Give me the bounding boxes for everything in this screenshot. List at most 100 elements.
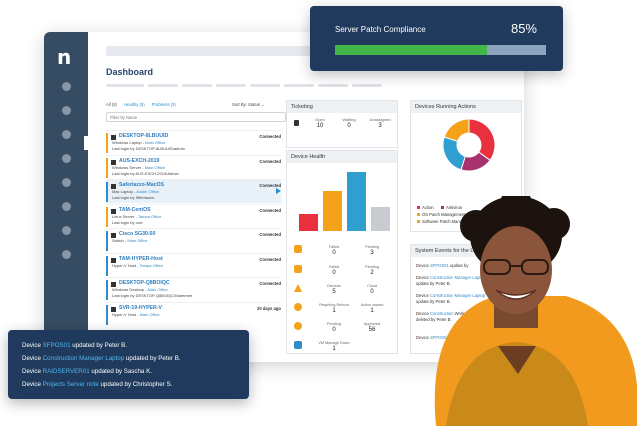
device-type: Mac Laptop - Austin Office bbox=[112, 189, 159, 194]
tab-placeholder[interactable] bbox=[148, 84, 178, 87]
device-connection-status: Connected bbox=[259, 134, 281, 139]
health-stat[interactable]: Pending 2 bbox=[351, 265, 393, 276]
device-site-link[interactable]: Tampa Office bbox=[140, 263, 164, 268]
health-stat-label: Cloud bbox=[367, 284, 377, 288]
device-row[interactable]: Saferlazzo-MacOS Mac Laptop - Austin Offi… bbox=[106, 179, 281, 203]
device-name[interactable]: Saferlazzo-MacOS bbox=[119, 182, 164, 188]
device-type: Hyper-V Host - Main Office bbox=[112, 311, 160, 317]
compliance-title: Server Patch Compliance bbox=[335, 25, 426, 34]
actions-donut-chart bbox=[442, 118, 496, 172]
device-site-link[interactable]: Main Office bbox=[145, 165, 165, 170]
tab-placeholder[interactable] bbox=[106, 84, 144, 87]
tab-placeholder[interactable] bbox=[352, 84, 382, 87]
tab-placeholder[interactable] bbox=[318, 84, 348, 87]
ticket-unassigned-label: Unassigned bbox=[369, 117, 391, 122]
device-site-link[interactable]: Main Office bbox=[127, 238, 147, 243]
device-type: Windows Server - Main Office bbox=[112, 164, 165, 170]
device-connection-status: Connected bbox=[259, 207, 281, 213]
donut-slice bbox=[443, 118, 470, 142]
device-site-link[interactable]: Austin Office bbox=[136, 189, 159, 194]
nav-settings-icon[interactable] bbox=[62, 250, 71, 259]
nav-organizations-icon[interactable] bbox=[62, 130, 71, 139]
health-stat-value: 1 bbox=[332, 308, 336, 314]
nav-tickets-icon[interactable] bbox=[62, 154, 71, 163]
health-stat-label: Failed bbox=[328, 265, 340, 269]
device-site-link[interactable]: Tampa Office bbox=[138, 214, 162, 219]
health-stat[interactable]: Failed 0 bbox=[313, 265, 355, 276]
health-stat-value: 56 bbox=[368, 327, 376, 333]
sidebar: n bbox=[44, 32, 88, 362]
health-stat-value: 3 bbox=[370, 250, 374, 256]
tab-placeholder[interactable] bbox=[216, 84, 246, 87]
activity-device-link[interactable]: Construction Manager Laptop bbox=[43, 355, 125, 362]
compliance-percent: 85% bbox=[510, 21, 537, 36]
device-row[interactable]: TAM-HYPER-Host Hyper-V Host - Tampa Offic… bbox=[106, 252, 281, 277]
device-status-bar bbox=[106, 255, 108, 276]
device-site-link[interactable]: Main Office bbox=[145, 140, 165, 145]
tab-placeholder[interactable] bbox=[284, 84, 314, 87]
filter-healthy[interactable]: Healthy (5) bbox=[124, 102, 144, 107]
device-name[interactable]: DESKTOP-8LBUUID bbox=[119, 133, 168, 139]
device-status-bar bbox=[106, 157, 108, 178]
tab-placeholder[interactable] bbox=[250, 84, 280, 87]
device-name[interactable]: TAM-CentOS bbox=[119, 207, 151, 213]
activity-device-link[interactable]: SFPOS01 bbox=[43, 342, 71, 349]
nav-backup-icon[interactable] bbox=[62, 226, 71, 235]
health-stat[interactable]: Devices 5 bbox=[313, 284, 355, 295]
health-stat[interactable]: Cloud 0 bbox=[351, 284, 393, 295]
device-name[interactable]: DESKTOP-Q8BOIQC bbox=[119, 280, 170, 286]
health-stat-label: Failed bbox=[328, 245, 340, 249]
activity-line: Device Construction Manager Laptop updat… bbox=[22, 355, 181, 362]
nav-devices-icon[interactable] bbox=[62, 106, 71, 115]
status-filter-row: All (8) Healthy (5) Problems (3) bbox=[106, 102, 182, 107]
device-name[interactable]: TAM-HYPER-Host bbox=[119, 256, 163, 262]
device-site-link[interactable]: Main Office bbox=[140, 312, 160, 317]
marketing-composite: n Dashboard All (8) Healthy (5) Problems… bbox=[0, 0, 637, 426]
device-name[interactable]: Cisco SG30-50 bbox=[119, 231, 155, 237]
health-stat-label: VM Manage Down bbox=[318, 341, 350, 345]
device-row[interactable]: DESKTOP-Q8BOIQC Windows Desktop - Main Of… bbox=[106, 277, 281, 301]
browser-icon bbox=[294, 265, 302, 273]
activity-device-link[interactable]: Projects Server note bbox=[43, 381, 99, 388]
nav-reports-icon[interactable] bbox=[62, 202, 71, 211]
device-row[interactable]: TAM-CentOS Linux Server - Tampa Office Las… bbox=[106, 203, 281, 228]
health-bar bbox=[323, 191, 342, 231]
ticket-waiting[interactable]: Waiting 0 bbox=[332, 117, 366, 129]
health-stat[interactable]: Failed 0 bbox=[313, 245, 355, 256]
health-bar bbox=[371, 206, 390, 231]
health-stat[interactable]: Action Issued 1 bbox=[351, 303, 393, 314]
tab-placeholder[interactable] bbox=[182, 84, 212, 87]
device-type: Hyper-V Host - Tampa Office bbox=[112, 262, 164, 268]
health-stat[interactable]: Pending 3 bbox=[351, 245, 393, 256]
sync-icon bbox=[294, 303, 302, 311]
windows-icon bbox=[294, 245, 302, 253]
nav-patching-icon[interactable] bbox=[62, 178, 71, 187]
ticket-unassigned[interactable]: Unassigned 3 bbox=[363, 117, 397, 129]
device-status-bar bbox=[106, 133, 108, 153]
device-row[interactable]: SVR-19-HYPER-V Hyper-V Host - Main Office… bbox=[106, 301, 281, 326]
health-stat-label: Pending bbox=[327, 322, 341, 326]
smiling-person-photo bbox=[434, 196, 637, 426]
filter-by-name-input[interactable]: Filter by Name bbox=[106, 112, 286, 122]
health-stat[interactable]: Pending 0 bbox=[313, 322, 355, 333]
activity-line: Device Projects Server note updated by C… bbox=[22, 381, 173, 388]
health-stat[interactable]: Requiring Reboot 1 bbox=[313, 303, 355, 314]
device-name[interactable]: SVR-19-HYPER-V bbox=[119, 305, 162, 311]
health-stat[interactable]: Approved 56 bbox=[351, 322, 393, 333]
device-status-bar bbox=[106, 231, 108, 251]
device-connection-status: Connected bbox=[259, 256, 281, 262]
device-row[interactable]: DESKTOP-8LBUUID Windows Laptop - Main Off… bbox=[106, 130, 281, 154]
health-stat-label: Approved bbox=[363, 322, 381, 326]
device-site-link[interactable]: Main Office bbox=[148, 287, 168, 292]
device-name[interactable]: AUS-EXCH-2019 bbox=[119, 158, 159, 164]
sort-dropdown[interactable]: Sort By: Status ⌄ bbox=[232, 102, 265, 107]
device-row[interactable]: Cisco SG30-50 Switch - Main Office Connect… bbox=[106, 228, 281, 252]
health-stat[interactable]: VM Manage Down 1 bbox=[313, 341, 355, 352]
filter-problems[interactable]: Problems (3) bbox=[152, 102, 176, 107]
selected-arrow-icon bbox=[276, 188, 281, 194]
nav-dashboard-icon[interactable] bbox=[62, 82, 71, 91]
activity-device-link[interactable]: RAIDSERVER01 bbox=[43, 368, 90, 375]
device-row[interactable]: AUS-EXCH-2019 Windows Server - Main Offic… bbox=[106, 154, 281, 179]
donut-slice bbox=[442, 136, 466, 171]
filter-all[interactable]: All (8) bbox=[106, 102, 117, 107]
